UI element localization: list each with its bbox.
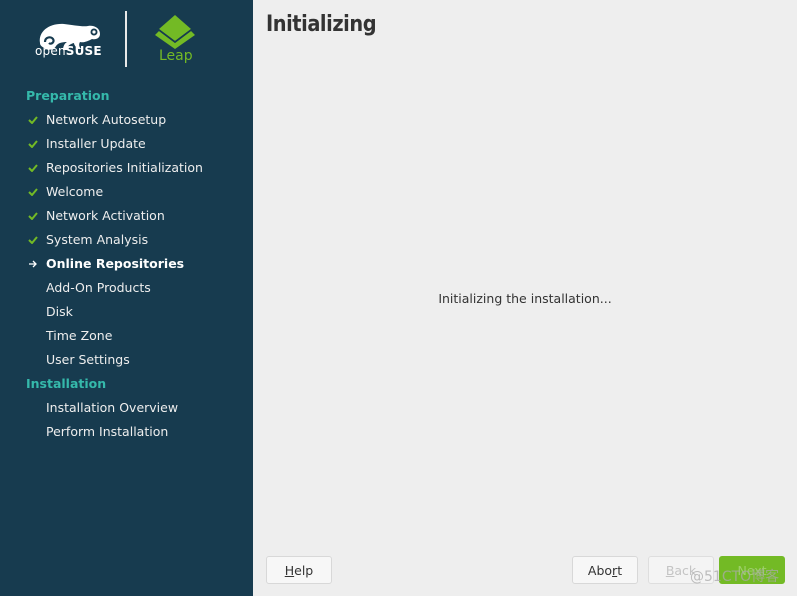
- abort-label-pre: Abo: [587, 562, 613, 578]
- checkmark-icon: [27, 228, 39, 252]
- leap-wordmark: Leap: [159, 48, 193, 64]
- step-label: System Analysis: [46, 232, 149, 247]
- checkmark-icon: [27, 132, 39, 156]
- section-heading-preparation: Preparation: [26, 88, 110, 103]
- step-system-analysis[interactable]: System Analysis: [0, 228, 253, 252]
- step-label: Add-On Products: [46, 280, 151, 295]
- back-mnemonic: B: [665, 562, 675, 578]
- section-heading-installation: Installation: [26, 376, 107, 391]
- logo-area: openSUSE Leap: [0, 0, 253, 80]
- step-label: Installation Overview: [46, 400, 179, 415]
- back-button[interactable]: Back: [648, 556, 714, 584]
- installation-steps-nav: Preparation Network Autosetup Installer …: [0, 84, 253, 444]
- step-label: Network Activation: [46, 208, 165, 223]
- step-installer-update[interactable]: Installer Update: [0, 132, 253, 156]
- step-disk[interactable]: Disk: [0, 300, 253, 324]
- abort-button[interactable]: Abo r t: [572, 556, 638, 584]
- checkmark-icon: [27, 180, 39, 204]
- next-button[interactable]: Next: [719, 556, 785, 584]
- leap-logo-icon: [155, 15, 195, 49]
- step-label: Perform Installation: [46, 424, 169, 439]
- sidebar: openSUSE Leap Preparation Network Autose…: [0, 0, 253, 596]
- checkmark-icon: [27, 204, 39, 228]
- step-online-repositories[interactable]: Online Repositories: [0, 252, 253, 276]
- step-time-zone[interactable]: Time Zone: [0, 324, 253, 348]
- main-content: Initializing Initializing the installati…: [253, 0, 797, 596]
- next-label: Next: [737, 562, 767, 578]
- step-repositories-initialization[interactable]: Repositories Initialization: [0, 156, 253, 180]
- step-add-on-products[interactable]: Add-On Products: [0, 276, 253, 300]
- step-label: Disk: [46, 304, 73, 319]
- checkmark-icon: [27, 108, 39, 132]
- step-label: Welcome: [46, 184, 104, 199]
- arrow-right-icon: [27, 252, 39, 276]
- step-label: Network Autosetup: [46, 112, 167, 127]
- step-welcome[interactable]: Welcome: [0, 180, 253, 204]
- step-label: User Settings: [46, 352, 130, 367]
- opensuse-wordmark: openSUSE: [35, 44, 102, 58]
- step-network-activation[interactable]: Network Activation: [0, 204, 253, 228]
- step-label: Time Zone: [46, 328, 113, 343]
- help-mnemonic: H: [284, 562, 295, 578]
- abort-label-post: t: [617, 562, 623, 578]
- page-title: Initializing: [266, 12, 377, 37]
- step-perform-installation[interactable]: Perform Installation: [0, 420, 253, 444]
- step-user-settings[interactable]: User Settings: [0, 348, 253, 372]
- checkmark-icon: [27, 156, 39, 180]
- status-message: Initializing the installation...: [438, 291, 612, 306]
- help-label-post: elp: [294, 562, 314, 578]
- step-network-autosetup[interactable]: Network Autosetup: [0, 108, 253, 132]
- logo-divider: [125, 11, 127, 67]
- back-label-post: ack: [674, 562, 697, 578]
- step-label: Repositories Initialization: [46, 160, 203, 175]
- help-button[interactable]: Help: [266, 556, 332, 584]
- step-label: Online Repositories: [46, 256, 185, 271]
- step-installation-overview[interactable]: Installation Overview: [0, 396, 253, 420]
- step-label: Installer Update: [46, 136, 146, 151]
